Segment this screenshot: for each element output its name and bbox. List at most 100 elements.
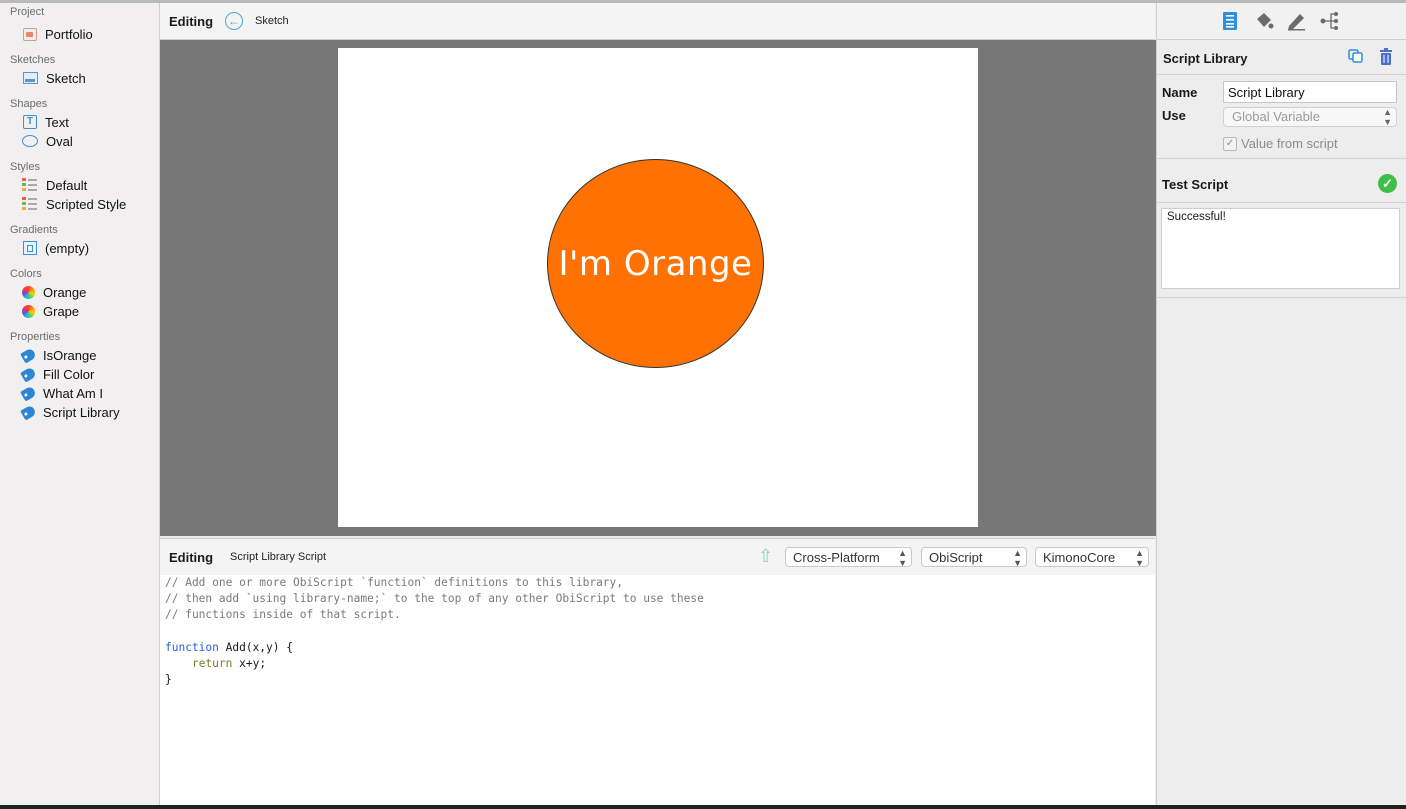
tag-icon — [20, 384, 37, 402]
code-line-return: return x+y; — [191, 657, 267, 671]
sidebar-item-text[interactable]: T Text — [22, 113, 157, 131]
sketch-icon — [23, 72, 38, 84]
duplicate-icon[interactable] — [1348, 49, 1363, 63]
tag-icon — [20, 403, 37, 421]
use-select[interactable]: Global Variable ▲ ▼ — [1223, 107, 1397, 127]
framework-select[interactable]: KimonoCore ▲ ▼ — [1035, 547, 1149, 568]
updown-chevron-icon: ▲ ▼ — [898, 548, 907, 568]
sidebar-item-label: Oval — [46, 133, 73, 149]
value-from-script-checkbox[interactable]: ✓ — [1223, 137, 1237, 151]
canvas-header: Editing ← Sketch — [160, 3, 1155, 40]
section-title-gradients: Gradients — [10, 224, 58, 236]
tree-icon[interactable] — [1319, 10, 1341, 32]
test-script-title: Test Script — [1162, 177, 1229, 192]
text-shape-icon: T — [23, 115, 37, 129]
language-select-value: ObiScript — [929, 550, 983, 565]
sidebar-item-sketch[interactable]: Sketch — [22, 69, 157, 87]
name-field[interactable] — [1223, 81, 1397, 103]
sidebar-item-label: IsOrange — [43, 347, 97, 363]
section-title-sketches: Sketches — [10, 54, 56, 66]
sidebar-item-label: (empty) — [45, 240, 90, 256]
sidebar-item-label: Scripted Style — [46, 196, 127, 212]
color-wheel-icon — [22, 285, 35, 299]
name-label: Name — [1162, 85, 1198, 100]
updown-chevron-icon: ▲ ▼ — [1013, 548, 1022, 568]
script-editor-header: Editing Script Library Script ⇧ Cross-Pl… — [160, 538, 1155, 576]
use-label: Use — [1162, 108, 1186, 123]
script-title: Script Library Script — [230, 551, 327, 563]
divider — [1157, 74, 1406, 75]
orange-oval-shape[interactable]: I'm Orange — [547, 159, 764, 368]
sidebar-item-grape[interactable]: Grape — [22, 302, 157, 320]
success-check-icon[interactable]: ✓ — [1378, 174, 1397, 193]
pen-icon[interactable] — [1285, 10, 1307, 32]
sidebar-item-label: Sketch — [46, 70, 86, 86]
sidebar-item-oval[interactable]: Oval — [22, 132, 157, 150]
color-wheel-icon — [22, 304, 35, 318]
code-line: } — [165, 673, 172, 687]
test-result-output: Successful! — [1161, 208, 1400, 289]
oval-shape-icon — [22, 135, 38, 147]
sidebar-item-empty-gradient[interactable]: (empty) — [22, 239, 157, 257]
trash-icon[interactable] — [1379, 48, 1393, 65]
code-line: ​ — [165, 624, 1155, 640]
code-line-function: function Add(x,y) { — [165, 640, 293, 654]
inspector-title: Script Library — [1163, 51, 1248, 66]
section-title-project: Project — [10, 6, 45, 18]
artboard[interactable]: I'm Orange — [338, 48, 978, 527]
tag-icon — [20, 346, 37, 364]
keyword-return: return — [191, 657, 233, 671]
style-icon — [22, 196, 38, 212]
sidebar-item-label: Script Library — [43, 404, 120, 420]
oval-text[interactable]: I'm Orange — [559, 244, 753, 284]
portfolio-icon — [23, 27, 37, 41]
section-title-colors: Colors — [10, 268, 42, 280]
sidebar-item-label: Fill Color — [43, 366, 95, 382]
list-icon[interactable] — [1219, 10, 1241, 32]
code-editor[interactable]: // Add one or more ObiScript `function` … — [160, 575, 1155, 805]
sidebar-item-what-am-i[interactable]: What Am I — [20, 384, 157, 402]
sidebar-item-default-style[interactable]: Default — [22, 176, 157, 194]
divider — [1157, 202, 1406, 203]
inspector-toolbar — [1157, 3, 1406, 40]
editing-label: Editing — [169, 549, 214, 565]
updown-chevron-icon: ▲ ▼ — [1383, 107, 1392, 127]
sidebar-item-label: Portfolio — [45, 26, 93, 42]
back-arrow-icon[interactable]: ← — [225, 12, 244, 30]
breadcrumb[interactable]: Sketch — [255, 15, 289, 27]
sidebar-item-label: Text — [45, 114, 69, 130]
section-title-shapes: Shapes — [10, 98, 48, 110]
sidebar-item-portfolio[interactable]: Portfolio — [22, 25, 157, 43]
sidebar: Project Portfolio Sketches Sketch Shapes… — [0, 3, 160, 805]
divider — [1157, 297, 1406, 298]
code-line: // functions inside of that script. — [165, 608, 401, 622]
gradient-icon — [23, 241, 37, 255]
section-title-styles: Styles — [10, 161, 40, 173]
sidebar-item-script-library[interactable]: Script Library — [20, 403, 157, 421]
value-from-script-label: Value from script — [1241, 136, 1338, 151]
upload-arrow-icon[interactable]: ⇧ — [758, 547, 773, 567]
updown-chevron-icon: ▲ ▼ — [1135, 548, 1144, 568]
platform-select[interactable]: Cross-Platform ▲ ▼ — [785, 547, 912, 568]
sidebar-item-isorange[interactable]: IsOrange — [20, 346, 157, 364]
section-title-properties: Properties — [10, 331, 61, 343]
language-select[interactable]: ObiScript ▲ ▼ — [921, 547, 1027, 568]
use-select-value: Global Variable — [1232, 109, 1320, 124]
divider — [1157, 158, 1406, 159]
sidebar-item-label: Grape — [43, 303, 80, 319]
sidebar-item-label: Default — [46, 177, 88, 193]
sidebar-item-fill-color[interactable]: Fill Color — [20, 365, 157, 383]
paint-bucket-icon[interactable] — [1252, 10, 1274, 32]
sidebar-item-label: What Am I — [43, 385, 103, 401]
style-icon — [22, 177, 38, 193]
code-line: // Add one or more ObiScript `function` … — [165, 576, 624, 589]
canvas-area[interactable]: I'm Orange — [160, 40, 1156, 536]
sidebar-item-scripted-style[interactable]: Scripted Style — [22, 195, 157, 213]
tag-icon — [20, 365, 37, 383]
platform-select-value: Cross-Platform — [793, 550, 880, 565]
keyword-function: function — [165, 640, 219, 654]
sidebar-item-orange[interactable]: Orange — [22, 283, 157, 301]
inspector-panel: Script Library Name Use Global Variable … — [1156, 3, 1406, 805]
sidebar-item-label: Orange — [43, 284, 87, 300]
editing-label: Editing — [169, 13, 214, 29]
